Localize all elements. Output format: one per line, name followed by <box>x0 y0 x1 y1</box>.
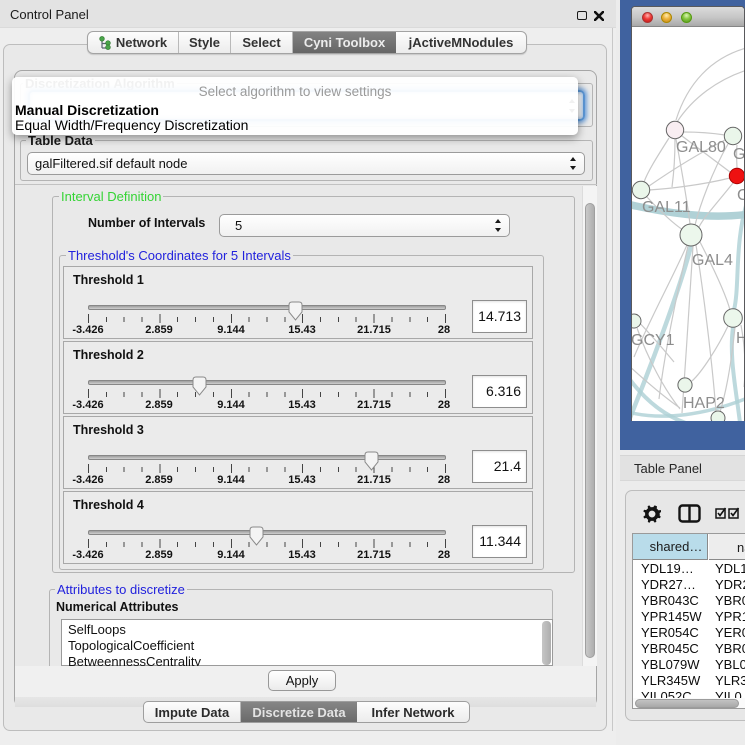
svg-text:GA: GA <box>733 146 744 163</box>
svg-text:CR: CR <box>737 187 744 204</box>
svg-text:HAP2: HAP2 <box>683 395 725 412</box>
svg-text:GAL80: GAL80 <box>676 139 726 156</box>
svg-text:GCY1: GCY1 <box>632 332 675 349</box>
svg-text:GAL4: GAL4 <box>692 252 733 269</box>
svg-text:GAL11: GAL11 <box>642 199 691 216</box>
svg-text:HA: HA <box>736 330 744 347</box>
